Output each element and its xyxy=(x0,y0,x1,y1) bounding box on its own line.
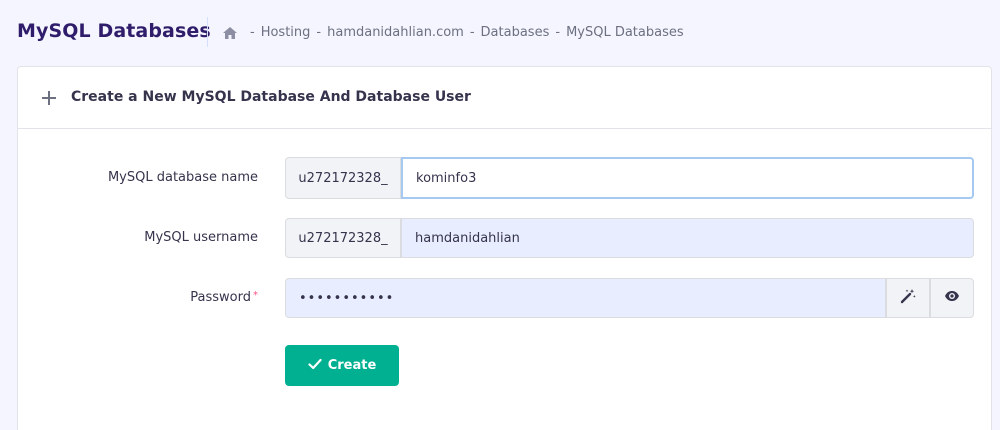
db-name-input[interactable] xyxy=(401,157,974,199)
breadcrumb-databases[interactable]: Databases xyxy=(481,25,550,40)
breadcrumb-hosting[interactable]: Hosting xyxy=(261,25,311,40)
breadcrumb-separator: - xyxy=(316,25,322,40)
password-label-text: Password xyxy=(190,290,251,305)
breadcrumb-separator: - xyxy=(469,25,475,40)
username-prefix: u272172328_ xyxy=(285,218,401,258)
password-label: Password * xyxy=(18,290,258,305)
page-title: MySQL Databases xyxy=(17,20,211,42)
create-button[interactable]: Create xyxy=(285,345,399,386)
generate-password-button[interactable] xyxy=(886,278,930,318)
required-mark: * xyxy=(253,290,258,301)
eye-icon xyxy=(944,288,960,308)
card-header[interactable]: Create a New MySQL Database And Database… xyxy=(18,67,991,129)
db-name-prefix: u272172328_ xyxy=(285,157,401,199)
breadcrumb-domain[interactable]: hamdanidahlian.com xyxy=(327,25,464,40)
magic-wand-icon xyxy=(900,288,916,308)
create-database-card: Create a New MySQL Database And Database… xyxy=(17,66,992,430)
page-header: MySQL Databases - Hosting - hamdanidahli… xyxy=(0,0,1000,66)
breadcrumb-current: MySQL Databases xyxy=(566,25,684,40)
db-name-label: MySQL database name xyxy=(107,170,258,185)
card-title: Create a New MySQL Database And Database… xyxy=(71,89,471,105)
home-icon[interactable] xyxy=(222,26,238,40)
toggle-password-visibility-button[interactable] xyxy=(930,278,974,318)
create-button-label: Create xyxy=(327,358,377,373)
plus-icon[interactable] xyxy=(42,90,56,105)
username-input[interactable] xyxy=(401,218,974,258)
title-divider xyxy=(207,17,208,47)
check-icon xyxy=(308,357,322,375)
password-input[interactable] xyxy=(285,278,886,318)
breadcrumb: - Hosting - hamdanidahlian.com - Databas… xyxy=(222,25,684,40)
breadcrumb-separator: - xyxy=(250,25,255,40)
username-label: MySQL username xyxy=(144,230,258,245)
breadcrumb-separator: - xyxy=(555,25,561,40)
